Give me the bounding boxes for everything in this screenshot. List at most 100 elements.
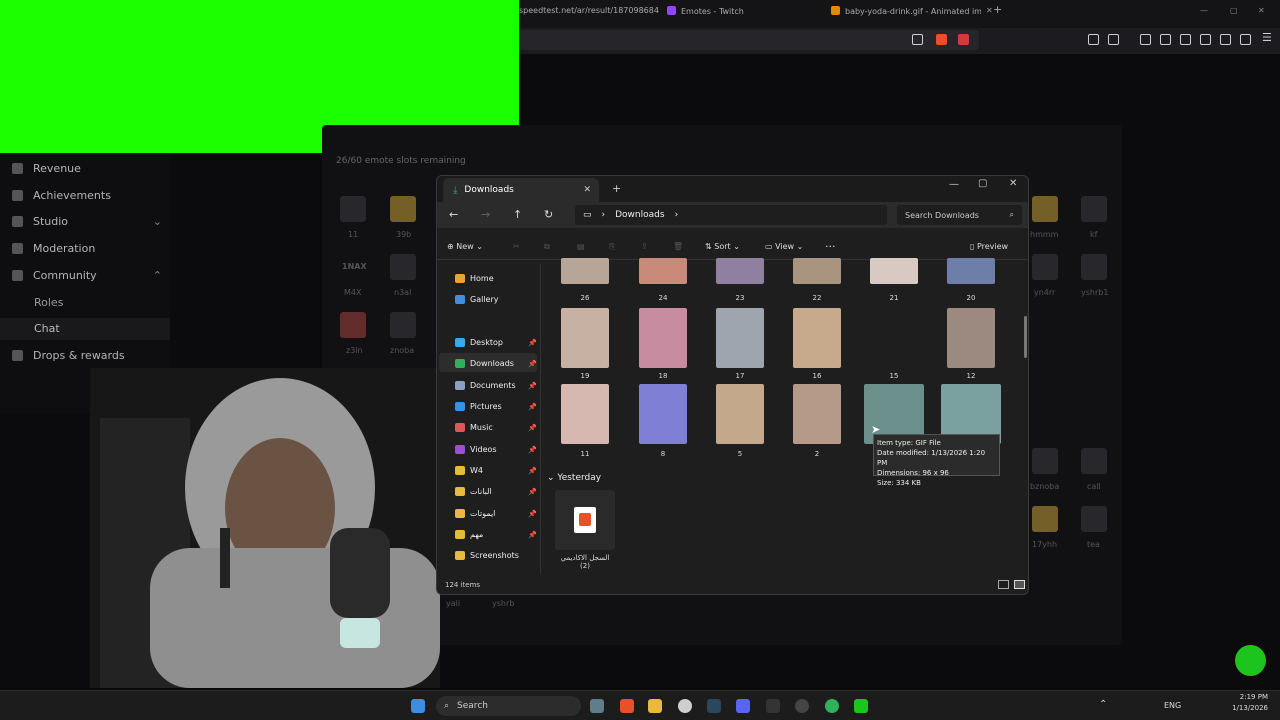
extensions-icon[interactable]: [1088, 34, 1099, 45]
file-thumbnail[interactable]: [555, 490, 615, 550]
copy-icon[interactable]: ⧉: [544, 242, 550, 252]
file-thumbnail[interactable]: [561, 308, 609, 368]
more-options-icon[interactable]: ···: [825, 240, 836, 253]
emote-thumbnail[interactable]: [340, 312, 366, 338]
file-thumbnail[interactable]: [561, 258, 609, 284]
emote-thumbnail[interactable]: [340, 196, 366, 222]
nav-item-6[interactable]: Music 📌: [455, 418, 539, 437]
new-tab-button[interactable]: +: [993, 3, 1002, 16]
maximize-icon[interactable]: ▢: [978, 178, 987, 189]
nav-item-2[interactable]: Desktop 📌: [455, 333, 539, 352]
file-thumbnail[interactable]: [947, 258, 995, 284]
close-tab-icon[interactable]: ✕: [583, 185, 591, 195]
delete-icon[interactable]: 🗑: [673, 242, 683, 251]
nav-item-4[interactable]: Documents 📌: [455, 376, 539, 395]
file-thumbnail[interactable]: [639, 308, 687, 368]
emote-thumbnail[interactable]: [1081, 196, 1107, 222]
search-input[interactable]: Search Downloads ⌕: [897, 205, 1022, 225]
nav-item-0[interactable]: Home: [455, 269, 539, 288]
emote-thumbnail[interactable]: [390, 196, 416, 222]
nav-item-11[interactable]: مهم 📌: [455, 525, 539, 544]
sidebar-item-studio[interactable]: Studio ⌄: [12, 215, 162, 228]
screenshot-icon[interactable]: [1108, 34, 1119, 45]
file-thumbnail[interactable]: [639, 384, 687, 444]
steam-icon[interactable]: [707, 699, 721, 713]
file-thumbnail[interactable]: [716, 258, 764, 284]
brave-shield-icon[interactable]: [936, 34, 947, 45]
share-icon[interactable]: ⇪: [641, 242, 648, 251]
nav-item-3[interactable]: Downloads 📌: [455, 354, 539, 373]
music-icon[interactable]: [1160, 34, 1171, 45]
epic-games-icon[interactable]: [766, 699, 780, 713]
file-thumbnail[interactable]: [947, 308, 995, 368]
sidebar-item-revenue[interactable]: Revenue: [12, 162, 162, 175]
brave-icon[interactable]: [620, 699, 634, 713]
file-thumbnail[interactable]: [870, 308, 918, 368]
file-explorer-icon[interactable]: [648, 699, 662, 713]
greenshot-icon[interactable]: [854, 699, 868, 713]
rewards-icon[interactable]: [958, 34, 969, 45]
file-thumbnail[interactable]: [716, 384, 764, 444]
nav-item-10[interactable]: ايموتات 📌: [455, 504, 539, 523]
back-icon[interactable]: ←: [449, 208, 458, 221]
file-thumbnail[interactable]: [639, 258, 687, 284]
new-tab-icon[interactable]: +: [612, 182, 621, 195]
scrollbar[interactable]: [1024, 316, 1027, 358]
leo-icon[interactable]: [1220, 34, 1231, 45]
download-icon[interactable]: [1140, 34, 1151, 45]
emote-thumbnail[interactable]: [1032, 448, 1058, 474]
settings-icon[interactable]: [678, 699, 692, 713]
emote-thumbnail[interactable]: [1032, 196, 1058, 222]
chat-bubble-button[interactable]: [1235, 645, 1266, 676]
emote-thumbnail[interactable]: [1081, 506, 1107, 532]
emote-thumbnail[interactable]: [390, 312, 416, 338]
minimize-icon[interactable]: —: [1200, 6, 1208, 15]
language-indicator[interactable]: ENG: [1164, 701, 1181, 710]
app-icon[interactable]: [590, 699, 604, 713]
details-view-icon[interactable]: [998, 580, 1009, 589]
emote-thumbnail[interactable]: [1032, 506, 1058, 532]
nav-item-5[interactable]: Pictures 📌: [455, 397, 539, 416]
file-thumbnail[interactable]: [561, 384, 609, 444]
windows-start-icon[interactable]: [411, 699, 425, 713]
nav-item-9[interactable]: البانات 📌: [455, 482, 539, 501]
wallet-icon[interactable]: [1200, 34, 1211, 45]
paste-icon[interactable]: ▤: [577, 242, 585, 251]
sidebar-item-drops[interactable]: Drops & rewards: [12, 349, 162, 362]
xbox-icon[interactable]: [795, 699, 809, 713]
share-icon[interactable]: [912, 34, 923, 45]
cut-icon[interactable]: ✂: [513, 242, 520, 251]
rename-icon[interactable]: ⎘: [609, 242, 615, 252]
obs-icon[interactable]: [825, 699, 839, 713]
sidebar-item-moderation[interactable]: Moderation: [12, 242, 162, 255]
emote-thumbnail[interactable]: [1081, 254, 1107, 280]
close-window-icon[interactable]: ✕: [1258, 6, 1265, 15]
file-thumbnail[interactable]: [870, 258, 918, 284]
browser-tab-speedtest[interactable]: speedtest.net/ar/result/18709868402: [519, 6, 659, 15]
tab-close-icon[interactable]: ✕: [986, 6, 993, 15]
menu-icon[interactable]: ☰: [1262, 31, 1273, 44]
nav-item-12[interactable]: Screenshots: [455, 546, 539, 565]
browser-tab-twitch[interactable]: Emotes - Twitch: [667, 6, 817, 16]
nav-item-8[interactable]: W4 📌: [455, 461, 539, 480]
emote-thumbnail[interactable]: [390, 254, 416, 280]
nav-item-7[interactable]: Videos 📌: [455, 440, 539, 459]
explorer-tab-downloads[interactable]: ⤓ Downloads ✕: [443, 178, 599, 202]
taskbar-search[interactable]: ⌕ Search: [436, 696, 581, 716]
chevron-up-icon[interactable]: ⌃: [1099, 699, 1107, 710]
sidebar-subitem-chat[interactable]: Chat: [34, 322, 60, 335]
address-field[interactable]: [519, 30, 979, 50]
sidebar-item-achievements[interactable]: Achievements: [12, 189, 162, 202]
maximize-icon[interactable]: ▢: [1230, 6, 1238, 15]
file-thumbnail[interactable]: [793, 308, 841, 368]
tiles-view-icon[interactable]: [1014, 580, 1025, 589]
file-thumbnail[interactable]: [793, 384, 841, 444]
sidebar-item-community[interactable]: Community ⌃: [12, 269, 162, 282]
emote-thumbnail[interactable]: [1081, 448, 1107, 474]
up-icon[interactable]: ↑: [513, 208, 522, 221]
sidebar-icon[interactable]: [1180, 34, 1191, 45]
sort-button[interactable]: ⇅ Sort ⌄: [705, 242, 740, 251]
discord-icon[interactable]: [736, 699, 750, 713]
minimize-icon[interactable]: —: [949, 179, 959, 190]
forward-icon[interactable]: →: [481, 208, 490, 221]
